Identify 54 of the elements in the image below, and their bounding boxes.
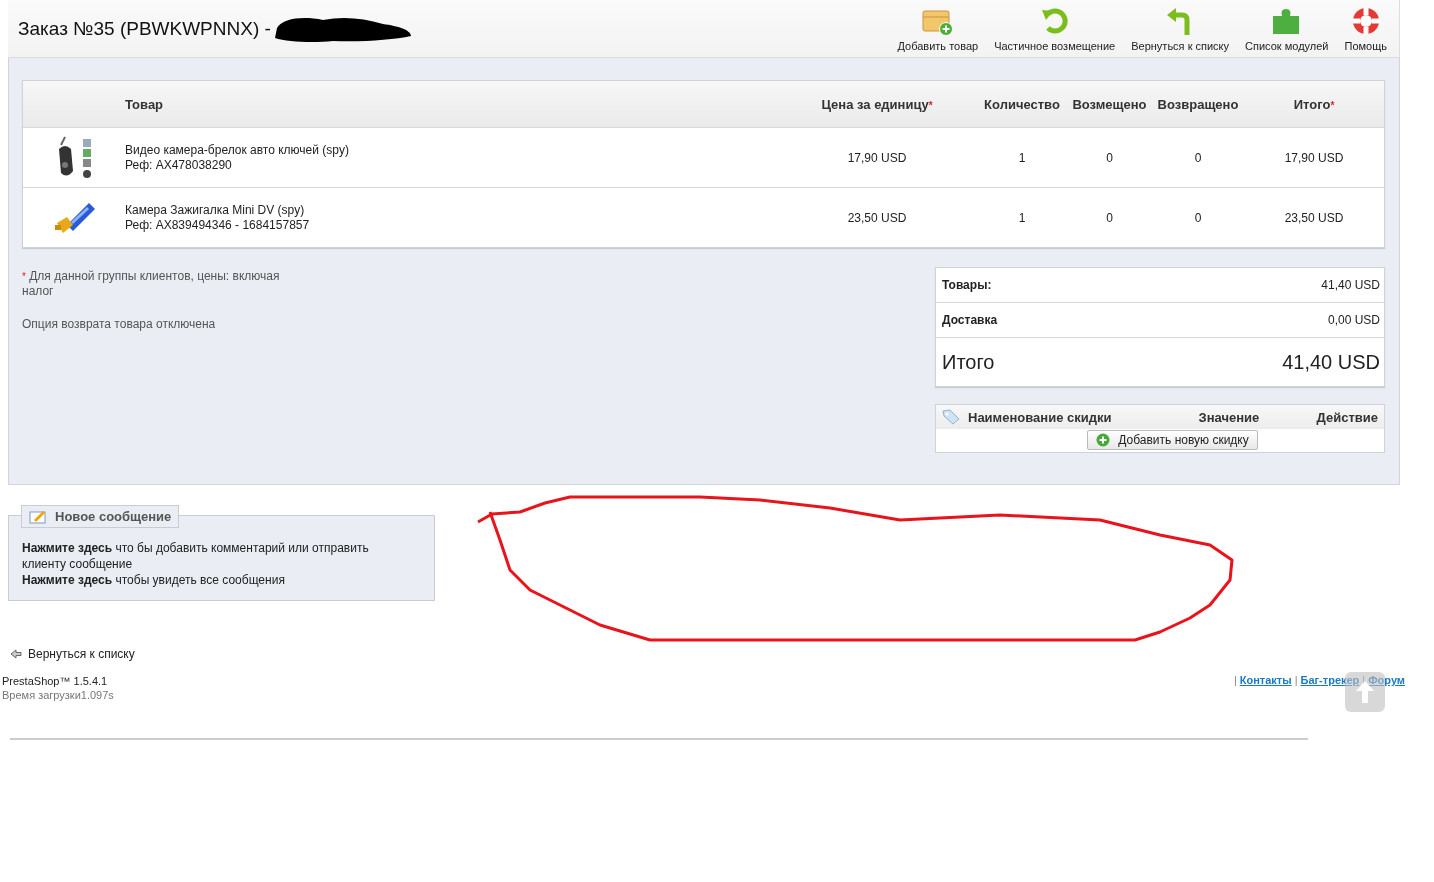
column-header: Количество — [983, 96, 1061, 112]
tag-icon — [942, 409, 960, 425]
legend-title: Новое сообщение — [55, 509, 172, 524]
column-header: Товар — [125, 96, 165, 112]
toolbar-button[interactable]: Добавить товар — [897, 6, 979, 52]
product-reference: Реф: AX839494346 - 1684157857 — [125, 217, 311, 233]
column-header: Наименование скидки — [968, 409, 1113, 425]
column-header: Действие — [1316, 409, 1378, 425]
back-arrow-icon — [10, 649, 22, 659]
column-header: Возвращено — [1156, 96, 1240, 112]
table-cell-text: 23,50 USD — [846, 210, 908, 225]
table-cell-text: 0 — [1105, 210, 1114, 225]
total-value: 41,40 USD — [1321, 278, 1380, 292]
table-cell-text: 1 — [1017, 210, 1027, 225]
total-label: Товары: — [942, 278, 992, 292]
add-discount-button[interactable]: Добавить новую скидку — [1087, 430, 1258, 450]
note-pencil-icon — [29, 509, 47, 524]
table-cell-text: 0 — [1193, 150, 1203, 165]
tax-note: * Для данной группы клиентов, цены: включая налог — [22, 269, 281, 299]
plus-icon — [1096, 433, 1111, 447]
product-name: Камера Зажигалка Mini DV (spy) — [125, 202, 306, 218]
table-cell-text: 1 — [1017, 150, 1027, 165]
column-header: Значение — [1198, 409, 1261, 425]
toolbar-button[interactable]: Частичное возмещение — [994, 6, 1116, 52]
back-link[interactable]: Вернуться к списку — [28, 647, 135, 661]
load-time: Время загрузки1.097s — [2, 688, 114, 702]
toolbar-button[interactable]: Помощь — [1344, 6, 1387, 52]
table-cell-text: 0 — [1193, 210, 1203, 225]
column-header: Возмещено — [1071, 96, 1148, 112]
link-separator: | — [1233, 674, 1237, 686]
lifebuoy-icon — [1350, 6, 1381, 36]
table-cell-text: 17,90 USD — [846, 150, 908, 165]
table-cell-text: 23,50 USD — [1283, 210, 1345, 225]
table-cell-text: 0 — [1105, 150, 1114, 165]
total-value: 0,00 USD — [1327, 313, 1380, 327]
product-reference: Реф: AX478038290 — [125, 157, 233, 173]
message-link[interactable]: Нажмите здесь чтобы увидеть все сообщения — [22, 572, 414, 588]
footer-link[interactable]: Контакты — [1239, 674, 1292, 686]
link-separator: | — [1294, 674, 1298, 686]
toolbar-button[interactable]: Список модулей — [1245, 6, 1329, 52]
total-value: 41,40 USD — [1282, 350, 1380, 374]
table-cell-text: 17,90 USD — [1283, 150, 1345, 165]
footer-link[interactable]: Баг-трекер — [1300, 674, 1360, 686]
circular-arrow-icon — [1039, 6, 1070, 36]
total-label: Итого — [942, 350, 995, 374]
total-label: Доставка — [942, 313, 998, 327]
column-header: Итого* — [1292, 96, 1336, 112]
toolbar-button[interactable]: Вернуться к списку — [1131, 6, 1230, 52]
return-note: Опция возврата товара отключена — [22, 317, 217, 332]
product-name: Видео камера-брелок авто ключей (spy) — [125, 142, 350, 158]
page-title: Заказ №35 (PBWKWPNNX) - — [18, 18, 271, 40]
version-text: PrestaShop™ 1.5.4.1 — [2, 674, 109, 688]
footer-link[interactable]: Форум — [1368, 674, 1405, 686]
column-header: Цена за единицу* — [820, 96, 934, 112]
